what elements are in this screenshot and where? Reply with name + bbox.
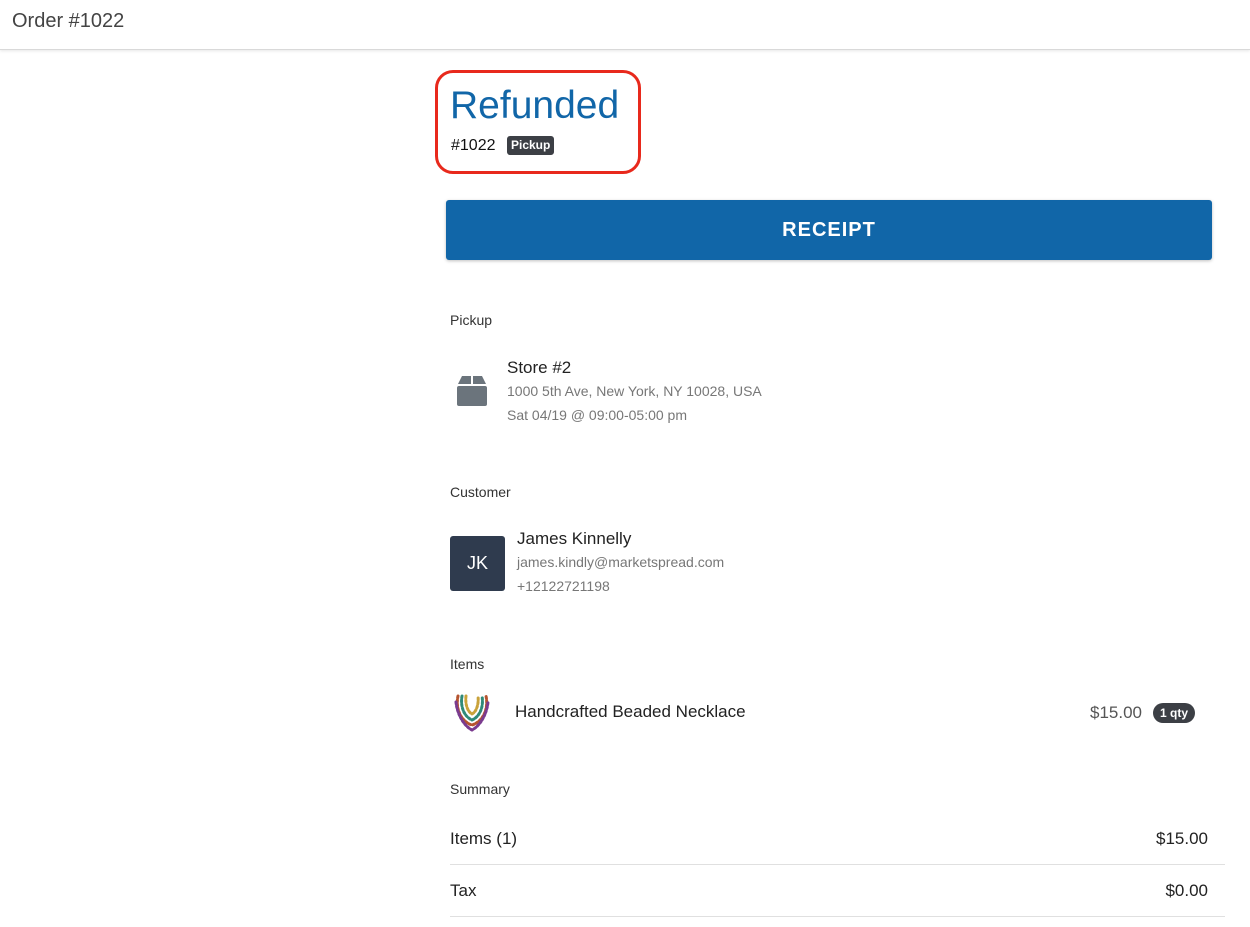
summary-value: $15.00 <box>1156 829 1208 848</box>
pickup-schedule: Sat 04/19 @ 09:00-05:00 pm <box>507 407 687 423</box>
store-name: Store #2 <box>507 358 572 377</box>
customer-name: James Kinnelly <box>517 529 632 548</box>
customer-avatar: JK <box>450 536 505 591</box>
store-address: 1000 5th Ave, New York, NY 10028, USA <box>507 383 762 399</box>
order-status-title: Refunded <box>450 84 620 127</box>
customer-email: james.kindly@marketspread.com <box>517 554 725 570</box>
pickup-section-label: Pickup <box>450 312 493 328</box>
page-title: Order #1022 <box>12 10 125 32</box>
store-box-icon <box>457 376 487 406</box>
order-number: #1022 <box>451 137 496 154</box>
item-name: Handcrafted Beaded Necklace <box>515 702 746 721</box>
summary-section-label: Summary <box>450 781 510 797</box>
summary-value: $0.00 <box>1165 881 1208 900</box>
summary-row-tax: Tax $0.00 <box>450 865 1225 917</box>
customer-phone: +12122721198 <box>517 578 610 594</box>
fulfillment-badge: Pickup <box>507 136 555 155</box>
items-section-label: Items <box>450 656 485 672</box>
receipt-button[interactable]: RECEIPT <box>446 200 1212 260</box>
necklace-thumbnail <box>454 694 490 732</box>
customer-section-label: Customer <box>450 484 511 500</box>
item-qty-badge: 1 qty <box>1153 703 1196 723</box>
top-bar: Order #1022 <box>0 0 1250 50</box>
summary-label: Items (1) <box>450 829 518 848</box>
summary-row-items: Items (1) $15.00 <box>450 813 1225 865</box>
summary-label: Tax <box>450 881 477 900</box>
item-price: $15.00 <box>1090 703 1142 722</box>
